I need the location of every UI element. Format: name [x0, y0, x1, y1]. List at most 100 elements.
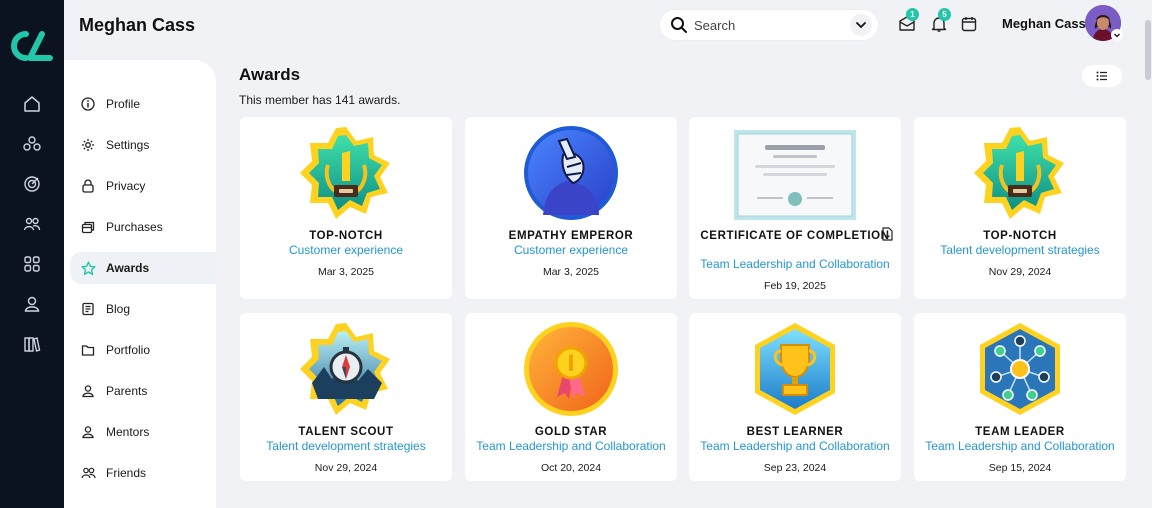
gold-star-badge: [524, 322, 618, 416]
chevron-down-icon: [856, 22, 866, 29]
award-name: TEAM LEADER: [975, 426, 1065, 438]
person-icon: [80, 383, 96, 399]
sidebar-item-privacy[interactable]: Privacy: [70, 170, 216, 202]
sidebar-item-label: Awards: [106, 261, 150, 275]
sidebar-item-settings[interactable]: Settings: [70, 129, 216, 161]
awards-count-text: This member has 141 awards.: [239, 93, 401, 107]
search-bar[interactable]: [660, 10, 878, 40]
users-icon[interactable]: [20, 212, 44, 236]
award-name: CERTIFICATE OF COMPLETION: [700, 230, 890, 242]
sidebar-item-label: Profile: [106, 97, 141, 111]
top-notch-badge: [974, 127, 1064, 219]
empathy-emperor-badge: [524, 126, 618, 220]
award-category[interactable]: Team Leadership and Collaboration: [920, 439, 1120, 453]
info-icon: [80, 96, 96, 112]
messages-button[interactable]: 1: [898, 8, 919, 33]
award-date: Nov 29, 2024: [988, 266, 1052, 278]
sidebar-item-awards[interactable]: Awards: [70, 252, 216, 284]
award-card[interactable]: TEAM LEADER Team Leadership and Collabor…: [914, 313, 1126, 481]
sidebar-item-profile[interactable]: Profile: [70, 88, 216, 120]
award-date: Feb 19, 2025: [764, 280, 826, 292]
award-card[interactable]: BEST LEARNER Team Leadership and Collabo…: [689, 313, 901, 481]
search-input[interactable]: [694, 17, 844, 33]
award-category[interactable]: Team Leadership and Collaboration: [471, 439, 671, 453]
profile-sidebar: Profile Settings Privacy Purchases Award…: [64, 60, 216, 508]
calendar-button[interactable]: [960, 15, 978, 33]
person-icon: [80, 424, 96, 440]
award-card[interactable]: GOLD STAR Team Leadership and Collaborat…: [465, 313, 677, 481]
sidebar-item-label: Purchases: [106, 220, 163, 234]
page-title: Awards: [239, 65, 301, 84]
notifications-badge: 5: [938, 8, 951, 21]
app-rail: [0, 0, 64, 508]
award-card[interactable]: EMPATHY EMPEROR Customer experience Mar …: [465, 117, 677, 299]
award-name: EMPATHY EMPEROR: [508, 230, 634, 242]
team-leader-badge: [980, 323, 1060, 415]
notifications-button[interactable]: 5: [930, 8, 951, 33]
award-name: GOLD STAR: [534, 426, 608, 438]
download-certificate-icon[interactable]: [881, 227, 893, 241]
list-icon: [1096, 71, 1107, 81]
award-category[interactable]: Customer experience: [471, 243, 671, 257]
chevron-down-icon: [1114, 33, 1120, 38]
award-date: Mar 3, 2025: [317, 266, 375, 278]
target-icon[interactable]: [20, 172, 44, 196]
best-learner-badge: [755, 323, 835, 415]
document-icon: [80, 301, 96, 317]
sidebar-item-parents[interactable]: Parents: [70, 375, 216, 407]
award-card[interactable]: CERTIFICATE OF COMPLETION Team Leadershi…: [689, 117, 901, 299]
sidebar-item-label: Portfolio: [106, 343, 151, 357]
award-category[interactable]: Team Leadership and Collaboration: [695, 257, 895, 271]
account-menu-toggle[interactable]: [1111, 29, 1123, 41]
list-view-button[interactable]: [1082, 65, 1122, 87]
award-date: Sep 23, 2024: [763, 462, 827, 474]
user-icon[interactable]: [20, 292, 44, 316]
search-scope-dropdown[interactable]: [850, 14, 872, 36]
mail-badge: 1: [906, 8, 919, 21]
gear-icon: [80, 137, 96, 153]
calendar-icon: [961, 17, 977, 32]
sidebar-item-blog[interactable]: Blog: [70, 293, 216, 325]
group-icon: [80, 465, 96, 481]
sidebar-item-mentors[interactable]: Mentors: [70, 416, 216, 448]
sidebar-item-label: Parents: [106, 384, 148, 398]
lock-icon: [80, 178, 96, 194]
sidebar-item-friends[interactable]: Friends: [70, 457, 216, 489]
grid-icon[interactable]: [20, 252, 44, 276]
sidebar-item-label: Mentors: [106, 425, 150, 439]
app-logo[interactable]: [10, 30, 54, 62]
folder-icon: [80, 342, 96, 358]
sidebar-item-label: Blog: [106, 302, 131, 316]
network-icon[interactable]: [20, 132, 44, 156]
sidebar-item-purchases[interactable]: Purchases: [70, 211, 216, 243]
award-name: BEST LEARNER: [746, 426, 844, 438]
star-icon: [80, 260, 96, 276]
award-name: TOP-NOTCH: [309, 230, 383, 242]
header-user-name[interactable]: Meghan Cass: [1002, 16, 1086, 31]
award-category[interactable]: Team Leadership and Collaboration: [695, 439, 895, 453]
award-card[interactable]: TOP-NOTCH Talent development strategies …: [914, 117, 1126, 299]
award-name: TALENT SCOUT: [298, 426, 394, 438]
award-card[interactable]: TOP-NOTCH Customer experience Mar 3, 202…: [240, 117, 452, 299]
award-category[interactable]: Talent development strategies: [920, 243, 1120, 257]
award-category[interactable]: Customer experience: [246, 243, 446, 257]
award-card[interactable]: TALENT SCOUT Talent development strategi…: [240, 313, 452, 481]
award-date: Mar 3, 2025: [542, 266, 600, 278]
sidebar-item-portfolio[interactable]: Portfolio: [70, 334, 216, 366]
page-scrollbar[interactable]: [1145, 20, 1151, 80]
search-icon: [671, 17, 687, 33]
top-notch-badge: [300, 127, 390, 219]
certificate-image: [734, 130, 856, 220]
award-name: TOP-NOTCH: [983, 230, 1057, 242]
library-icon[interactable]: [20, 332, 44, 356]
home-icon[interactable]: [20, 92, 44, 116]
award-date: Oct 20, 2024: [540, 462, 602, 474]
page-user-title: Meghan Cass: [79, 15, 196, 35]
sidebar-item-label: Settings: [106, 138, 150, 152]
award-category[interactable]: Talent development strategies: [246, 439, 446, 453]
cards-icon: [80, 219, 96, 235]
sidebar-item-label: Friends: [106, 466, 147, 480]
award-date: Sep 15, 2024: [988, 462, 1052, 474]
sidebar-item-label: Privacy: [106, 179, 146, 193]
talent-scout-badge: [300, 323, 390, 415]
